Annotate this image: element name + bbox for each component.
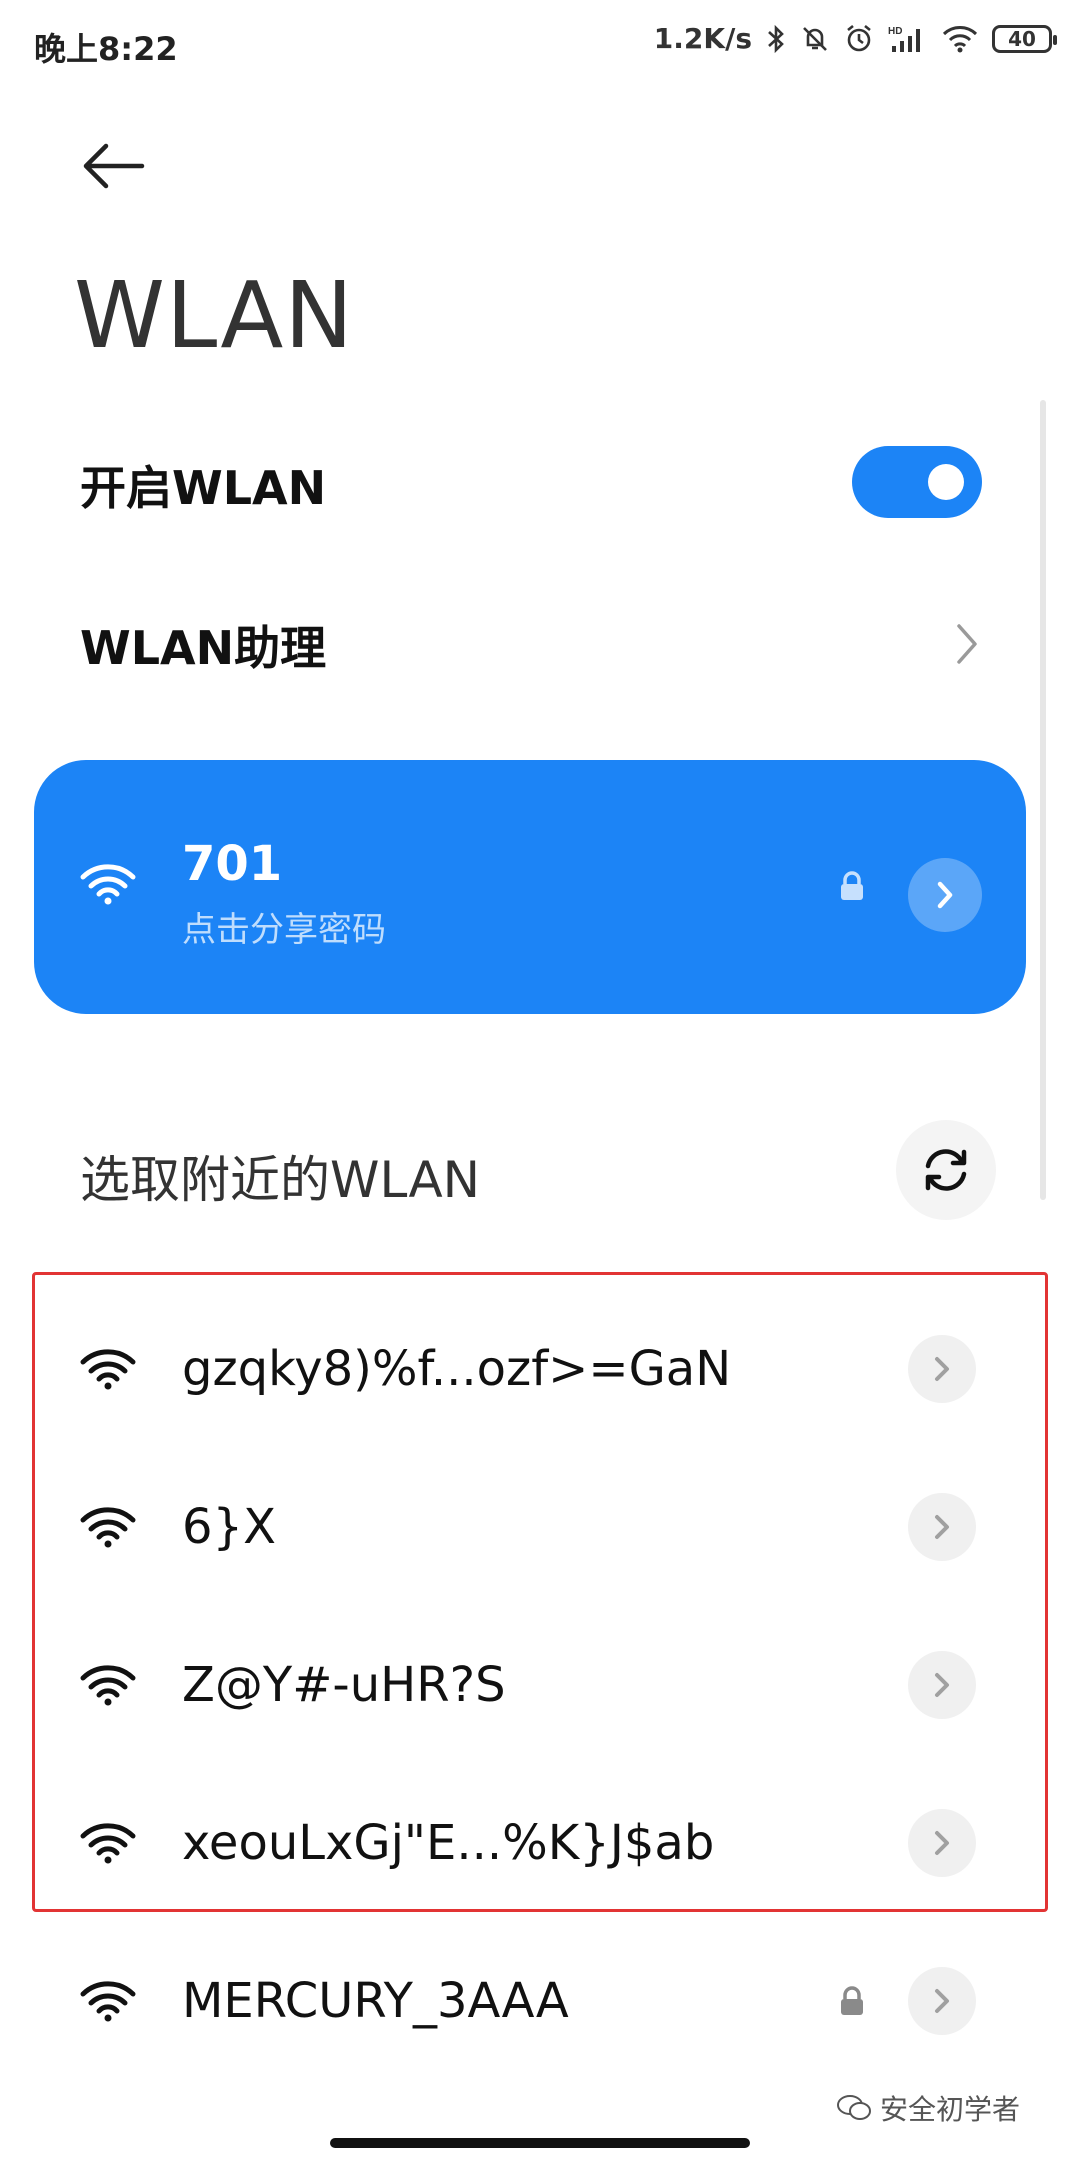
refresh-button[interactable] [896,1120,996,1220]
network-row[interactable]: MERCURY_3AAA [0,1922,1080,2080]
network-row[interactable]: gzqky8)%f...ozf>=GaN [0,1290,1080,1448]
wifi-icon [80,1823,136,1864]
chevron-right-icon [935,1831,949,1855]
network-name: Z@Y#-uHR?S [182,1657,506,1713]
battery-icon: 40 [992,24,1057,53]
chevron-right-icon[interactable] [955,622,979,666]
nearby-wlan-title: 选取附近的WLAN [80,1151,481,1209]
scrollbar[interactable] [1040,400,1046,1200]
enable-wlan-toggle[interactable] [852,446,982,518]
toggle-knob [928,464,964,500]
svg-text:HD: HD [888,26,902,37]
network-name: gzqky8)%f...ozf>=GaN [182,1341,732,1397]
page-title: WLAN [74,262,355,369]
network-detail-button[interactable] [908,1493,976,1561]
network-detail-button[interactable] [908,1967,976,2035]
chevron-right-icon [935,1673,949,1697]
wifi-icon [80,1665,136,1706]
network-row[interactable]: Z@Y#-uHR?S [0,1606,1080,1764]
lock-icon [841,1986,863,2015]
status-icons: 1.2K/s HD 40 [653,22,1057,55]
network-name: xeouLxGj"E...%K}J$ab [182,1815,715,1871]
network-row[interactable]: 6}X [0,1448,1080,1606]
back-arrow-icon [83,143,145,189]
wlan-assistant-label[interactable]: WLAN助理 [80,612,326,678]
chevron-right-icon [935,1357,949,1381]
lock-icon [841,871,863,900]
share-password-hint[interactable]: 点击分享密码 [182,902,386,951]
connected-detail-button[interactable] [908,858,982,932]
status-time: 晚上8:22 [34,30,178,68]
mute-bell-icon [803,26,827,51]
refresh-icon [925,1149,967,1191]
network-detail-button[interactable] [908,1809,976,1877]
network-name: 6}X [182,1499,276,1555]
wifi-icon [80,1981,136,2022]
network-detail-button[interactable] [908,1335,976,1403]
network-speed: 1.2K/s [653,22,752,55]
home-indicator[interactable] [330,2138,750,2148]
battery-level: 40 [1008,26,1036,51]
chevron-right-icon [937,881,953,909]
wifi-icon [80,1507,136,1548]
network-name: MERCURY_3AAA [182,1973,569,2029]
wifi-icon [942,25,978,52]
chevron-right-icon [935,1989,949,2013]
back-button[interactable] [78,136,150,196]
bluetooth-icon [768,24,784,53]
wifi-icon [80,1349,136,1390]
watermark-text: 安全初学者 [880,2093,1021,2126]
alarm-icon [847,24,871,51]
hd-signal-icon: HD [888,26,920,52]
chevron-right-icon [935,1515,949,1539]
connected-ssid: 701 [182,836,283,892]
watermark: 安全初学者 [836,2088,1020,2128]
wifi-icon [80,864,136,905]
network-row[interactable]: xeouLxGj"E...%K}J$ab [0,1764,1080,1922]
wechat-icon [837,2095,871,2120]
network-detail-button[interactable] [908,1651,976,1719]
enable-wlan-label: 开启WLAN [80,461,327,515]
